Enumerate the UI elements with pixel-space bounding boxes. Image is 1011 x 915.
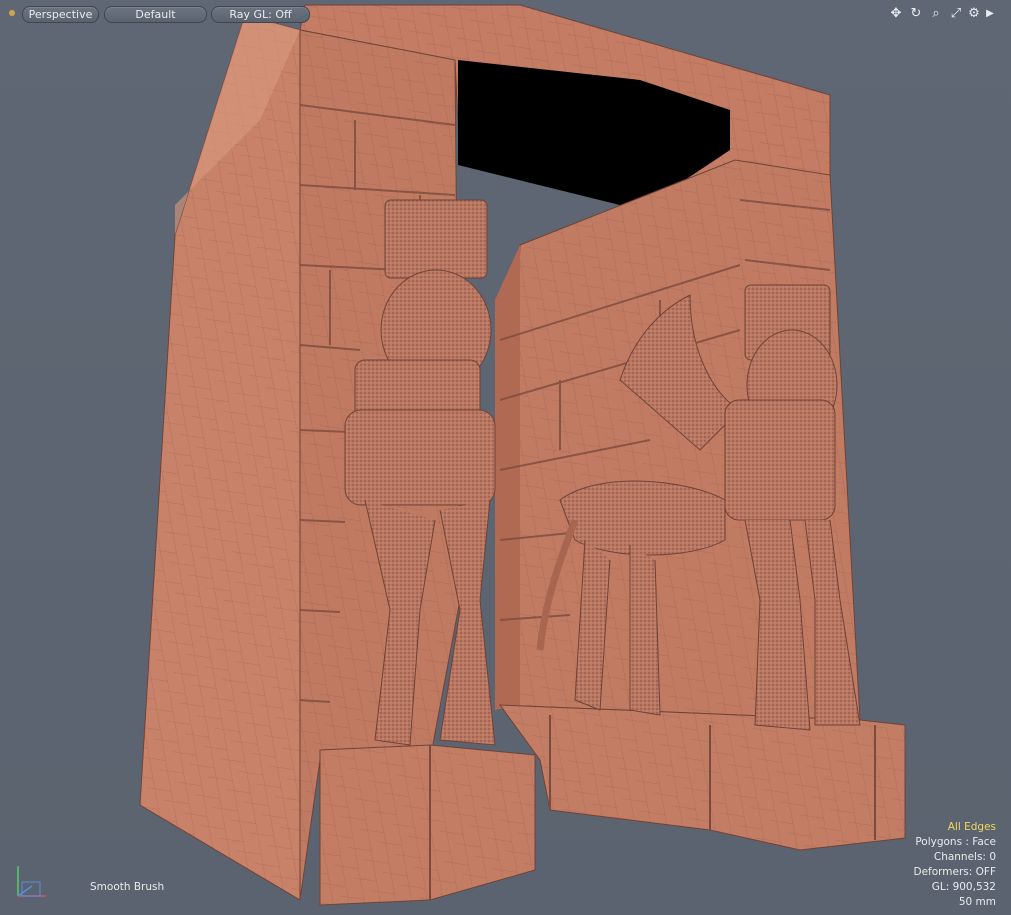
hud-deformers: Deformers: OFF: [913, 866, 997, 878]
viewport-header: Perspective Default Ray GL: Off ✥ ↻ ⌕ ⤢ …: [0, 0, 1011, 28]
hud-edges: All Edges: [947, 821, 996, 833]
view-type-dropdown[interactable]: Perspective: [22, 6, 99, 23]
move-icon[interactable]: ✥: [888, 6, 904, 22]
active-tool-label: Smooth Brush: [90, 881, 165, 893]
zoom-icon[interactable]: ⌕: [928, 6, 944, 22]
settings-icon[interactable]: ⚙: [966, 6, 982, 22]
hud-polygons: Polygons : Face: [915, 836, 996, 848]
rotate-icon[interactable]: ↻: [908, 6, 924, 22]
3d-viewport[interactable]: Perspective Default Ray GL: Off ✥ ↻ ⌕ ⤢ …: [0, 0, 1011, 915]
axis-gizmo: [17, 866, 46, 897]
hud-lens: 50 mm: [958, 896, 996, 908]
hud-gl-count: GL: 900,532: [931, 881, 996, 893]
hud-channels: Channels: 0: [933, 851, 996, 863]
shading-dropdown[interactable]: Default: [104, 6, 207, 23]
maximize-icon[interactable]: ⤢: [948, 6, 964, 22]
viewport-menu-dot[interactable]: [9, 10, 15, 16]
viewport-hud: All Edges Polygons : Face Channels: 0 De…: [914, 820, 997, 910]
scene-render: [139, 4, 906, 906]
ray-gl-toggle[interactable]: Ray GL: Off: [211, 6, 310, 23]
expand-arrow-icon[interactable]: ▶: [982, 6, 998, 22]
